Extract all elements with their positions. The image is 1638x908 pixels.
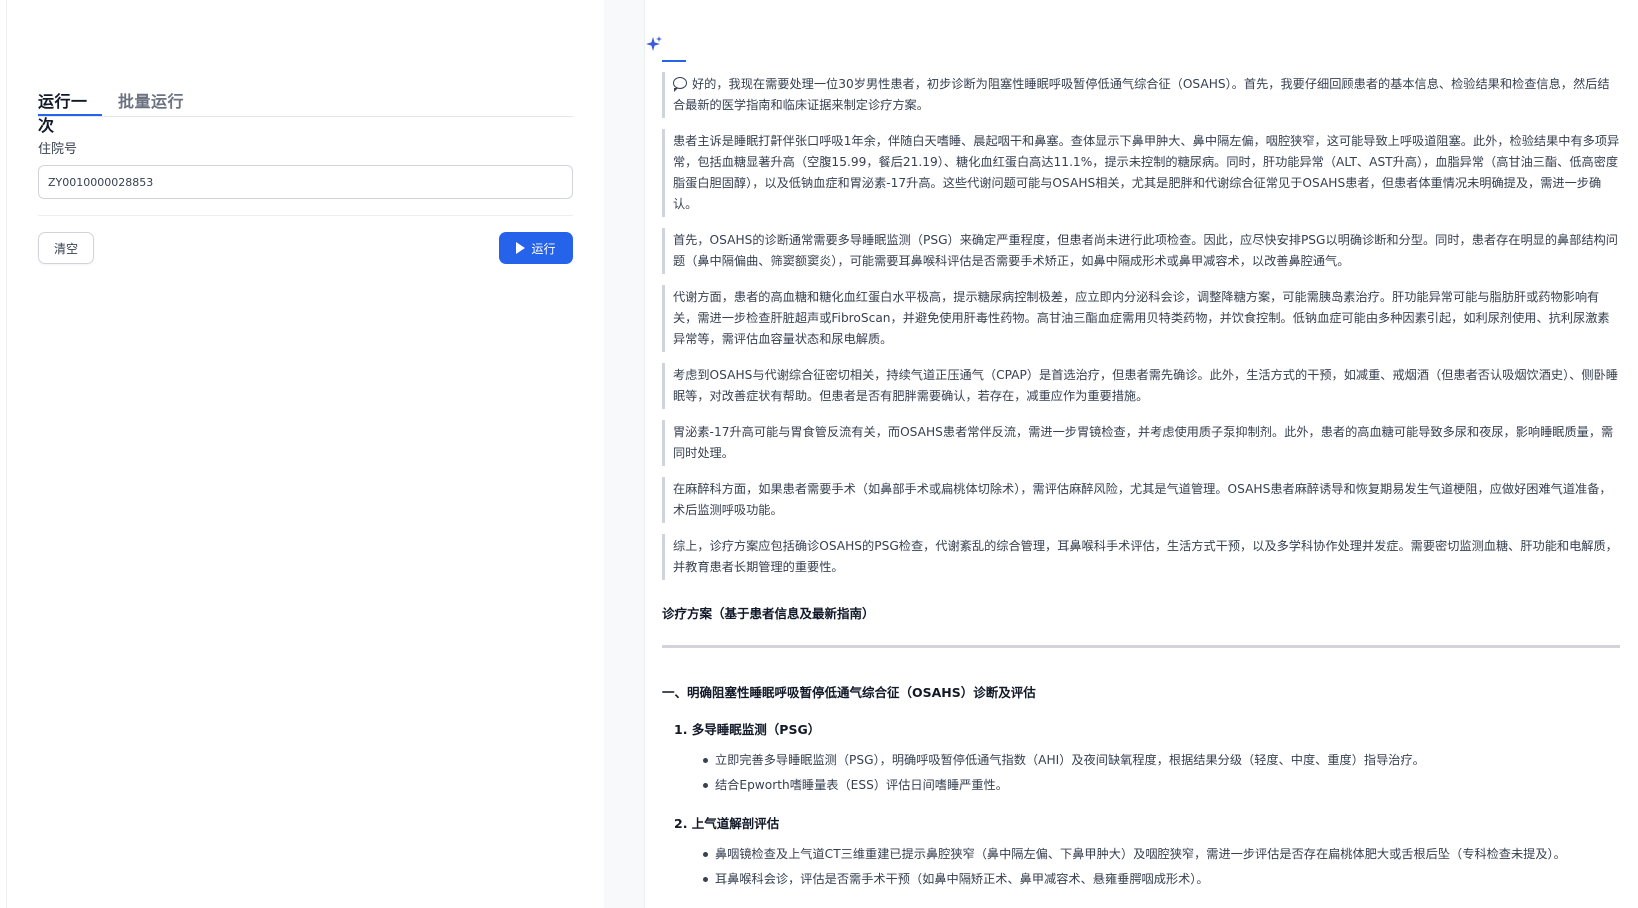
clear-button[interactable]: 清空 xyxy=(38,232,94,264)
output-tab-indicator xyxy=(662,60,686,62)
reasoning-paragraph: 代谢方面，患者的高血糖和糖化血红蛋白水平极高，提示糖尿病控制极差，应立即内分泌科… xyxy=(662,285,1620,352)
horizontal-rule xyxy=(662,645,1620,648)
run-button[interactable]: 运行 xyxy=(499,232,573,264)
output-content: 好的，我现在需要处理一位30岁男性患者，初步诊断为阻塞性睡眠呼吸暂停低通气综合征… xyxy=(662,72,1620,889)
reasoning-paragraph: 胃泌素-17升高可能与胃食管反流有关，而OSAHS患者常伴反流，需进一步胃镜检查… xyxy=(662,420,1620,466)
reasoning-paragraph: 在麻醉科方面，如果患者需要手术（如鼻部手术或扁桃体切除术），需评估麻醉风险，尤其… xyxy=(662,477,1620,523)
tab-batch-run[interactable]: 批量运行 xyxy=(118,88,184,116)
admission-number-label: 住院号 xyxy=(38,142,78,157)
bullet-item: 耳鼻喉科会诊，评估是否需手术干预（如鼻中隔矫正术、鼻甲减容术、悬雍垂腭咽成形术）… xyxy=(662,869,1620,889)
reasoning-paragraph: 考虑到OSAHS与代谢综合征密切相关，持续气道正压通气（CPAP）是首选治疗，但… xyxy=(662,363,1620,409)
bullet-item: 立即完善多导睡眠监测（PSG），明确呼吸暂停低通气指数（AHI）及夜间缺氧程度，… xyxy=(662,750,1620,770)
output-panel: 好的，我现在需要处理一位30岁男性患者，初步诊断为阻塞性睡眠呼吸暂停低通气综合征… xyxy=(645,0,1638,908)
reasoning-paragraph: 综上，诊疗方案应包括确诊OSAHS的PSG检查，代谢紊乱的综合管理，耳鼻喉科手术… xyxy=(662,534,1620,580)
admission-number-input[interactable] xyxy=(38,165,573,199)
section-heading: 一、明确阻塞性睡眠呼吸暂停低通气综合征（OSAHS）诊断及评估 xyxy=(662,685,1036,700)
form-divider xyxy=(38,215,573,216)
bullet-item: 结合Epworth嗜睡量表（ESS）评估日间嗜睡严重性。 xyxy=(662,775,1620,795)
plan-title: 诊疗方案（基于患者信息及最新指南） xyxy=(662,606,875,621)
input-panel: 运行一次 批量运行 住院号 清空 运行 xyxy=(7,0,604,908)
list-item-title: 1. 多导睡眠监测（PSG） xyxy=(674,722,821,737)
run-button-label: 运行 xyxy=(531,241,556,256)
panel-separator xyxy=(604,0,644,908)
play-icon xyxy=(516,242,526,254)
bullet-item: 鼻咽镜检查及上气道CT三维重建已提示鼻腔狭窄（鼻中隔左偏、下鼻甲肿大）及咽腔狭窄… xyxy=(662,844,1620,864)
run-mode-tabs: 运行一次 批量运行 xyxy=(38,84,573,135)
reasoning-paragraph: 好的，我现在需要处理一位30岁男性患者，初步诊断为阻塞性睡眠呼吸暂停低通气综合征… xyxy=(662,72,1620,118)
sparkle-icon xyxy=(646,36,662,51)
tab-run-once[interactable]: 运行一次 xyxy=(38,88,102,135)
reasoning-paragraph: 患者主诉是睡眠打鼾伴张口呼吸1年余，伴随白天嗜睡、晨起咽干和鼻塞。查体显示下鼻甲… xyxy=(662,129,1620,217)
reasoning-text: 好的，我现在需要处理一位30岁男性患者，初步诊断为阻塞性睡眠呼吸暂停低通气综合征… xyxy=(673,77,1610,112)
speech-bubble-icon xyxy=(673,77,687,92)
reasoning-paragraph: 首先，OSAHS的诊断通常需要多导睡眠监测（PSG）来确定严重程度，但患者尚未进… xyxy=(662,228,1620,274)
list-item-title: 2. 上气道解剖评估 xyxy=(674,816,780,831)
